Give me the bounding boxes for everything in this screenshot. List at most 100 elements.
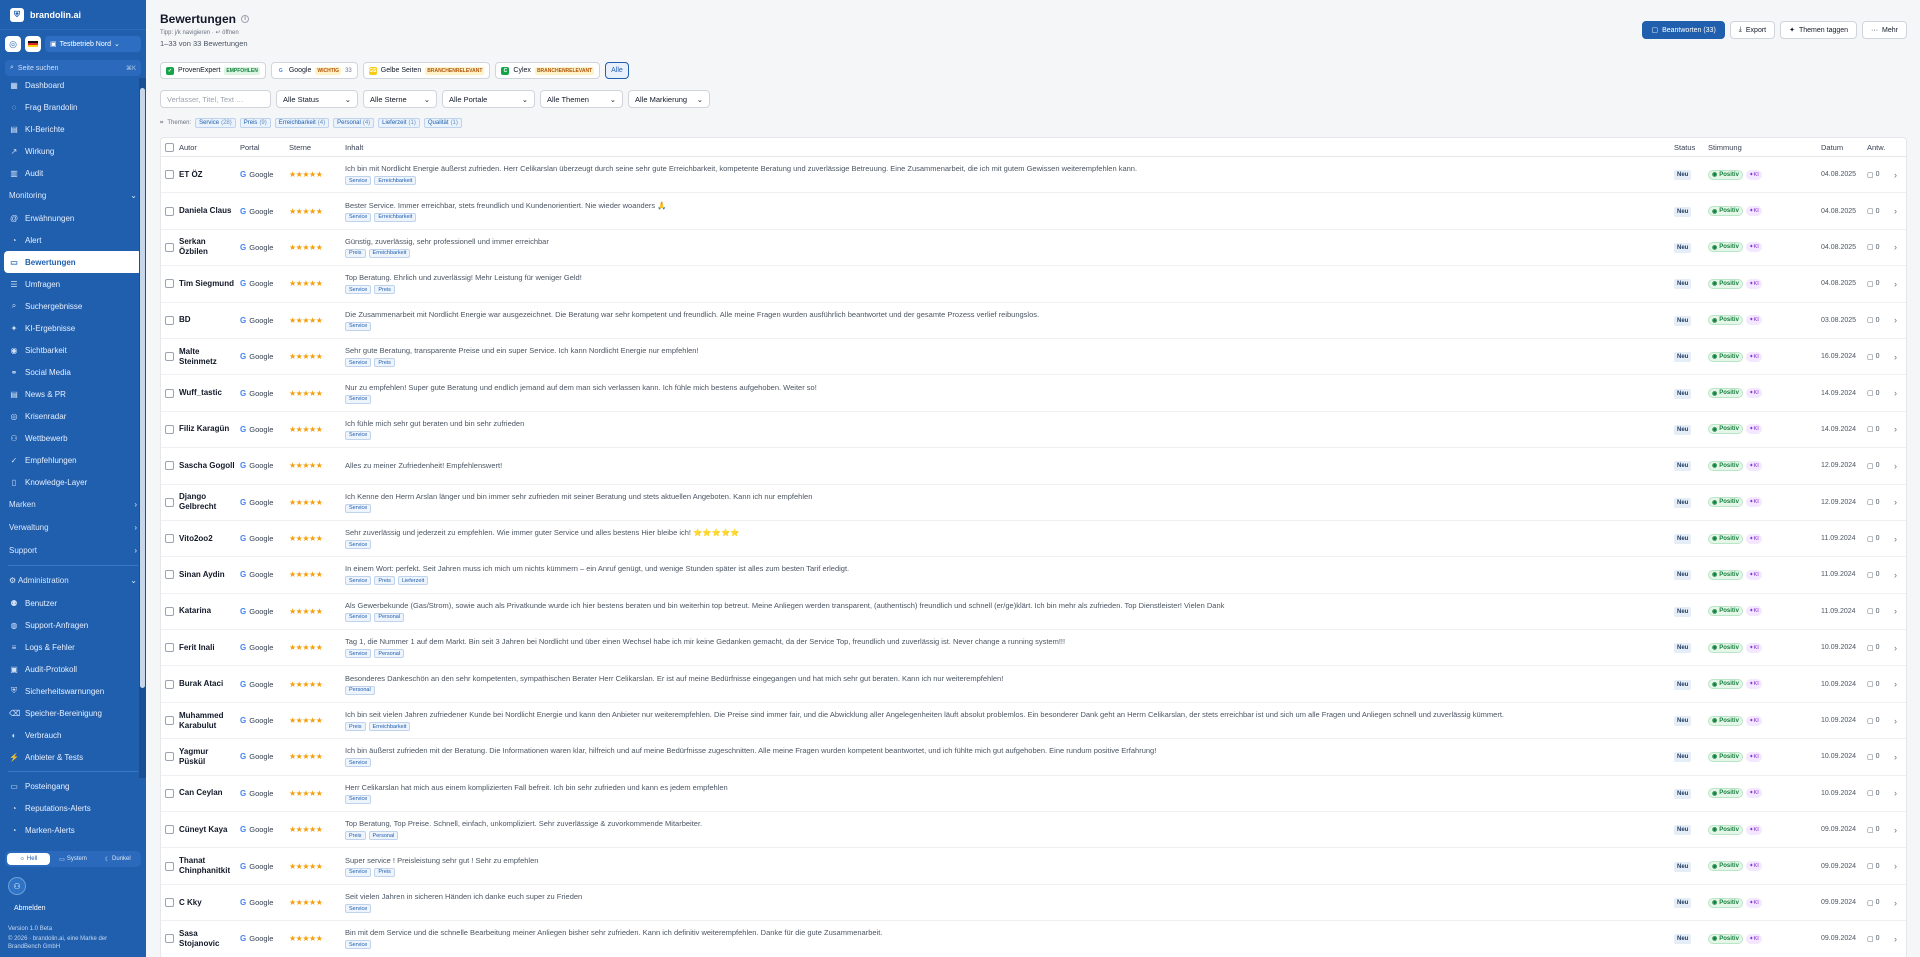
topic-tag[interactable]: Service (345, 758, 372, 768)
theme-chip-preis[interactable]: Preis (9) (239, 118, 271, 128)
review-content[interactable]: In einem Wort: perfekt. Seit Jahren muss… (345, 564, 1674, 586)
topic-tag[interactable]: Service (345, 285, 372, 295)
sidebar-scrollbar-thumb[interactable] (140, 88, 145, 688)
topic-tag[interactable]: Preis (374, 285, 395, 295)
theme-system-button[interactable]: ▭ System (52, 853, 95, 865)
table-row[interactable]: Sascha Gogoll G Google ★★★★★ Alles zu meiner… (161, 448, 1906, 485)
review-content[interactable]: Bester Service. Immer erreichbar, stets … (345, 201, 1674, 222)
theme-dark-button[interactable]: ☾ Dunkel (96, 853, 139, 865)
chevron-right-icon[interactable]: › (1894, 679, 1906, 689)
status-select[interactable]: Alle Status ⌄ (276, 90, 358, 108)
sidebar-item-frag-brandolin[interactable]: ◌ Frag Brandolin (4, 96, 142, 118)
user-avatar[interactable]: ⚇ (8, 877, 26, 895)
review-content[interactable]: Tag 1, die Nummer 1 auf dem Markt. Bin s… (345, 637, 1674, 659)
section-marken[interactable]: Marken › (4, 493, 142, 516)
theme-light-button[interactable]: ☼ Hell (7, 853, 50, 865)
theme-chip-service[interactable]: Service (28) (195, 118, 236, 128)
sidebar-item-erwähnungen[interactable]: @ Erwähnungen (4, 207, 142, 229)
header-portal[interactable]: Portal (240, 143, 289, 152)
topic-tag[interactable]: Service (345, 212, 372, 222)
sidebar-item-anbieter-tests[interactable]: ⚡ Anbieter & Tests (4, 746, 142, 768)
section-verwaltung[interactable]: Verwaltung › (4, 516, 142, 539)
tenant-selector[interactable]: ▣ Testbetrieb Nord ⌄ (45, 36, 141, 52)
row-checkbox[interactable] (165, 934, 174, 944)
row-checkbox[interactable] (165, 606, 174, 616)
answer-count[interactable]: ▢ 0 (1867, 644, 1894, 652)
chevron-right-icon[interactable]: › (1894, 534, 1906, 544)
table-row[interactable]: Daniela Claus G Google ★★★★★ Bester Service.… (161, 193, 1906, 230)
portal-chip-cylex[interactable]: C Cylex BRANCHENRELEVANT (495, 62, 601, 79)
sidebar-item-support-anfragen[interactable]: ◍ Support-Anfragen (4, 614, 142, 636)
table-row[interactable]: Filiz Karagün G Google ★★★★★ Ich fühle mich … (161, 412, 1906, 449)
topic-tag[interactable]: Preis (345, 831, 366, 841)
row-checkbox[interactable] (165, 861, 174, 871)
table-row[interactable]: Can Ceylan G Google ★★★★★ Herr Celikarslan h… (161, 776, 1906, 813)
topic-tag[interactable]: Service (345, 940, 372, 950)
row-checkbox[interactable] (165, 898, 174, 907)
section-administration[interactable]: ⚙ Administration ⌄ (4, 569, 142, 592)
reply-all-button[interactable]: ▢ Beantworten (33) (1642, 21, 1725, 39)
table-row[interactable]: Yagmur Püskül G Google ★★★★★ Ich bin äußerst… (161, 739, 1906, 776)
tag-themes-button[interactable]: ✦ Themen taggen (1780, 21, 1858, 39)
topic-tag[interactable]: Service (345, 321, 372, 331)
topic-tag[interactable]: Preis (374, 867, 395, 877)
sidebar-item-krisenradar[interactable]: ◎ Krisenradar (4, 405, 142, 427)
row-checkbox[interactable] (165, 497, 174, 507)
answer-count[interactable]: ▢ 0 (1867, 789, 1894, 798)
topic-tag[interactable]: Service (345, 176, 372, 186)
topic-tag[interactable]: Lieferzeit (397, 576, 429, 586)
header-date[interactable]: Datum (1821, 143, 1867, 152)
table-row[interactable]: Django Gelbrecht G Google ★★★★★ Ich Kenne de… (161, 485, 1906, 521)
chevron-right-icon[interactable]: › (1894, 825, 1906, 835)
review-content[interactable]: Super service ! Preisleistung sehr gut !… (345, 856, 1674, 877)
topic-tag[interactable]: Personal (368, 831, 399, 841)
table-row[interactable]: Cüneyt Kaya G Google ★★★★★ Top Beratung, Top… (161, 812, 1906, 849)
chevron-right-icon[interactable]: › (1894, 461, 1906, 471)
row-checkbox[interactable] (165, 461, 174, 471)
review-search-input[interactable]: Verfasser, Titel, Text … (160, 90, 271, 108)
topic-tag[interactable]: Service (345, 612, 372, 622)
sidebar-item-audit-protokoll[interactable]: ▣ Audit-Protokoll (4, 658, 142, 680)
table-row[interactable]: C Kky G Google ★★★★★ Seit vielen Jahren in s… (161, 885, 1906, 922)
review-content[interactable]: Besonderes Dankeschön an den sehr kompet… (345, 674, 1674, 695)
row-checkbox[interactable] (165, 170, 174, 180)
answer-count[interactable]: ▢ 0 (1867, 535, 1894, 543)
chevron-right-icon[interactable]: › (1894, 279, 1906, 289)
chevron-right-icon[interactable]: › (1894, 206, 1906, 216)
answer-count[interactable]: ▢ 0 (1867, 899, 1894, 907)
table-row[interactable]: Katarina G Google ★★★★★ Als Gewerbekunde (Ga… (161, 594, 1906, 631)
answer-count[interactable]: ▢ 0 (1867, 316, 1894, 325)
table-row[interactable]: Tim Siegmund G Google ★★★★★ Top Beratung. Eh… (161, 266, 1906, 303)
review-content[interactable]: Günstig, zuverlässig, sehr professionell… (345, 237, 1674, 258)
themes-select[interactable]: Alle Themen ⌄ (540, 90, 623, 108)
more-button[interactable]: ··· Mehr (1862, 21, 1907, 39)
table-row[interactable]: Malte Steinmetz G Google ★★★★★ Sehr gute Ber… (161, 339, 1906, 376)
sidebar-item-benutzer[interactable]: ⚉ Benutzer (4, 592, 142, 614)
table-row[interactable]: ET ÖZ G Google ★★★★★ Ich bin mit Nordlicht E… (161, 157, 1906, 194)
sidebar-item-verbrauch[interactable]: ◐ Verbrauch (4, 724, 142, 746)
info-icon[interactable]: i (241, 15, 250, 23)
sidebar-item-logs-fehler[interactable]: ≡ Logs & Fehler (4, 636, 142, 658)
sidebar-item-dashboard[interactable]: ▦ Dashboard (4, 74, 142, 96)
review-content[interactable]: Ich fühle mich sehr gut beraten und bin … (345, 419, 1674, 440)
chevron-right-icon[interactable]: › (1894, 898, 1906, 908)
review-content[interactable]: Ich bin äußerst zufrieden mit der Beratu… (345, 746, 1674, 768)
brand-logo-icon[interactable]: ⛨ (10, 7, 24, 22)
table-row[interactable]: Wuff_tastic G Google ★★★★★ Nur zu empfehlen!… (161, 375, 1906, 412)
sidebar-item-umfragen[interactable]: ☰ Umfragen (4, 273, 142, 295)
topic-tag[interactable]: Service (345, 358, 372, 368)
topic-tag[interactable]: Service (345, 867, 372, 877)
row-checkbox[interactable] (165, 679, 174, 689)
table-row[interactable]: Thanat Chinphanitkit G Google ★★★★★ Super se… (161, 848, 1906, 885)
workspace-icon[interactable]: ◎ (5, 36, 21, 52)
portal-chip-provenexpert[interactable]: ✓ ProvenExpert EMPFOHLEN (160, 62, 266, 79)
header-author[interactable]: Autor (179, 143, 240, 152)
answer-count[interactable]: ▢ 0 (1867, 571, 1894, 579)
topic-tag[interactable]: Service (345, 576, 372, 586)
sidebar-item-posteingang[interactable]: ▭ Posteingang (4, 775, 142, 797)
review-content[interactable]: Top Beratung. Ehrlich und zuverlässig! M… (345, 273, 1674, 295)
answer-count[interactable]: ▢ 0 (1867, 207, 1894, 216)
sidebar-item-wirkung[interactable]: ↗ Wirkung (4, 140, 142, 162)
theme-chip-lieferzeit[interactable]: Lieferzeit (1) (378, 118, 420, 128)
review-content[interactable]: Top Beratung, Top Preise. Schnell, einfa… (345, 819, 1674, 841)
